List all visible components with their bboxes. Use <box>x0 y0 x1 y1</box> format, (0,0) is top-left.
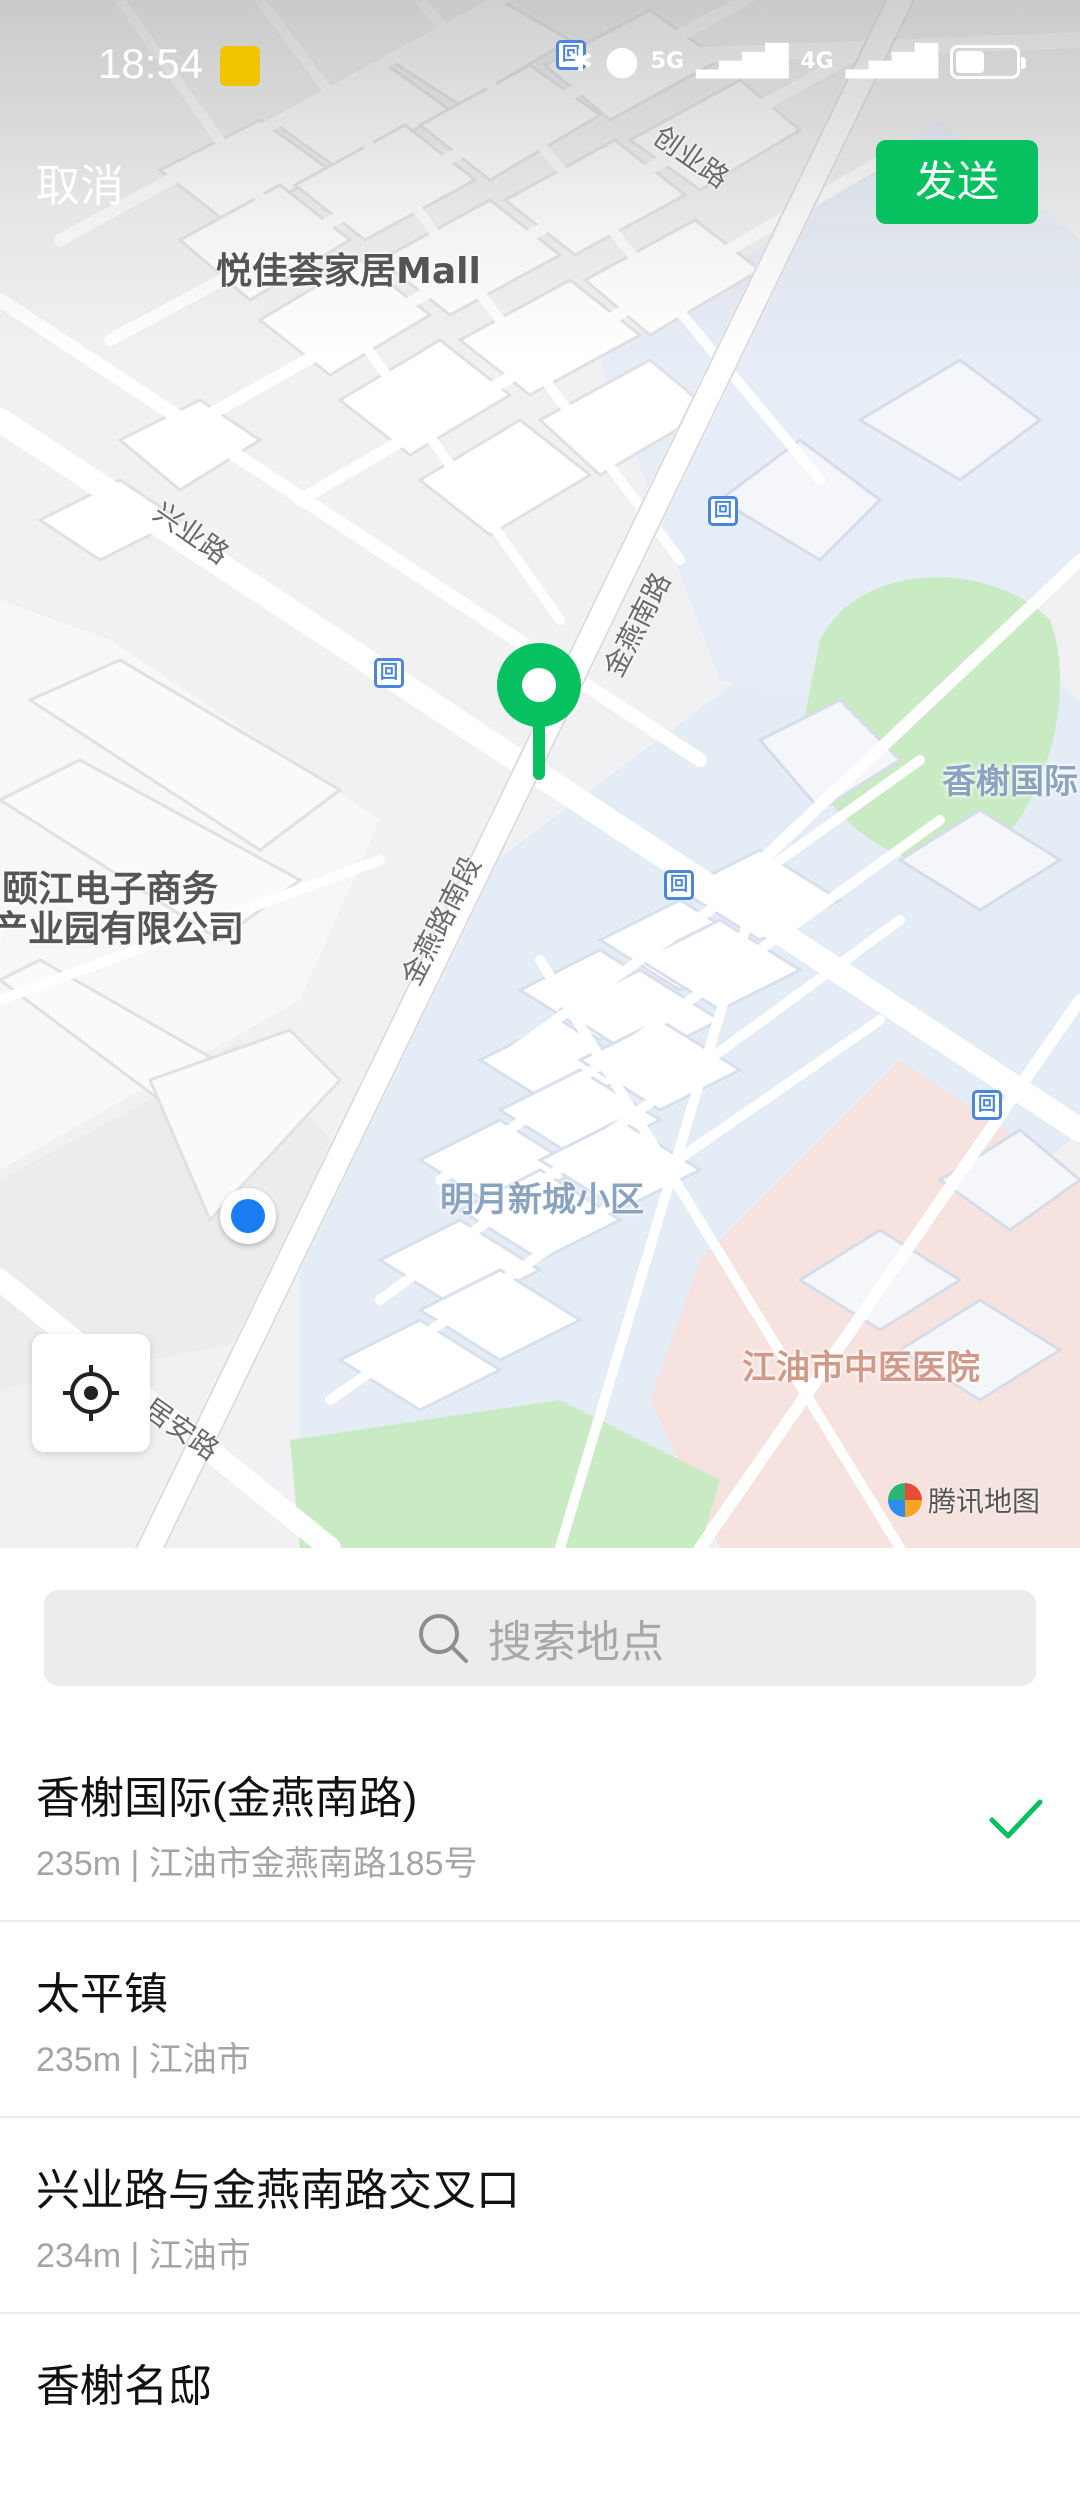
tencent-map-logo-icon <box>888 1483 922 1517</box>
location-title: 香榭名邸 <box>36 2362 212 2411</box>
send-button[interactable]: 发送 <box>876 140 1038 224</box>
search-icon <box>419 1614 468 1663</box>
signal-4g-icon: ▂▄▆█ <box>845 44 938 79</box>
network-5g-label: 5G <box>650 49 685 74</box>
location-subtitle: 234m | 江油市 <box>36 2237 251 2275</box>
bus-stop-icon[interactable]: 回 <box>972 1090 1002 1120</box>
location-subtitle: 235m | 江油市 <box>36 2041 251 2079</box>
map-view[interactable]: 悦佳荟家居Mall 颐江电子商务 产业园有限公司 明月新城小区 江油市中医医院 … <box>0 0 1080 1548</box>
location-item[interactable]: 太平镇 235m | 江油市 <box>0 1922 1080 2118</box>
location-title: 兴业路与金燕南路交叉口 <box>36 2166 520 2215</box>
location-title: 太平镇 <box>36 1970 168 2019</box>
status-icons: ✱ ⬤ 5G ▂▄▆█ 4G ▂▄▆█ <box>567 44 1026 79</box>
notification-app-icon <box>220 46 260 86</box>
location-icon: ⬤ <box>605 44 639 79</box>
location-item[interactable]: 香榭国际(金燕南路) 235m | 江油市金燕南路185号 <box>0 1726 1080 1922</box>
cancel-button[interactable]: 取消 <box>36 150 124 214</box>
poi-label-mingyue[interactable]: 明月新城小区 <box>440 1172 644 1221</box>
poi-label-mall[interactable]: 悦佳荟家居Mall <box>216 242 481 294</box>
location-subtitle: 235m | 江油市金燕南路185号 <box>36 1845 478 1883</box>
search-placeholder[interactable]: 搜索地点 <box>488 1606 664 1670</box>
location-item[interactable]: 香榭名邸 <box>0 2314 1080 2508</box>
poi-label-hospital[interactable]: 江油市中医医院 <box>742 1340 980 1389</box>
bus-stop-icon[interactable]: 回 <box>708 496 738 526</box>
status-bar: 18:54 ✱ ⬤ 5G ▂▄▆█ 4G ▂▄▆█ <box>0 0 1080 130</box>
signal-5g-icon: ▂▄▆█ <box>696 44 789 79</box>
user-location-dot <box>220 1188 276 1244</box>
poi-label-xiangxie[interactable]: 香榭国际 <box>942 754 1078 803</box>
bus-stop-icon[interactable]: 回 <box>664 870 694 900</box>
location-sheet: 搜索地点 香榭国际(金燕南路) 235m | 江油市金燕南路185号 太平镇 2… <box>0 1548 1080 2412</box>
search-bar[interactable]: 搜索地点 <box>44 1590 1036 1686</box>
recenter-button[interactable] <box>32 1334 150 1452</box>
location-title: 香榭国际(金燕南路) <box>36 1774 418 1823</box>
attribution-label: 腾讯地图 <box>928 1485 1041 1518</box>
bluetooth-icon: ✱ <box>567 44 594 79</box>
crosshair-icon <box>63 1365 119 1421</box>
network-4g-label: 4G <box>800 49 834 74</box>
location-item[interactable]: 兴业路与金燕南路交叉口 234m | 江油市 <box>0 2118 1080 2314</box>
battery-icon <box>950 44 1026 79</box>
selected-check-icon <box>989 1799 1043 1839</box>
status-time: 18:54 <box>98 40 204 87</box>
selected-location-pin-icon[interactable] <box>496 642 582 782</box>
location-list: 香榭国际(金燕南路) 235m | 江油市金燕南路185号 太平镇 235m |… <box>0 1726 1080 2508</box>
map-attribution: 腾讯地图 <box>888 1480 1040 1520</box>
bus-stop-icon[interactable]: 回 <box>374 658 404 688</box>
poi-label-ecommerce-2[interactable]: 产业园有限公司 <box>0 900 244 952</box>
